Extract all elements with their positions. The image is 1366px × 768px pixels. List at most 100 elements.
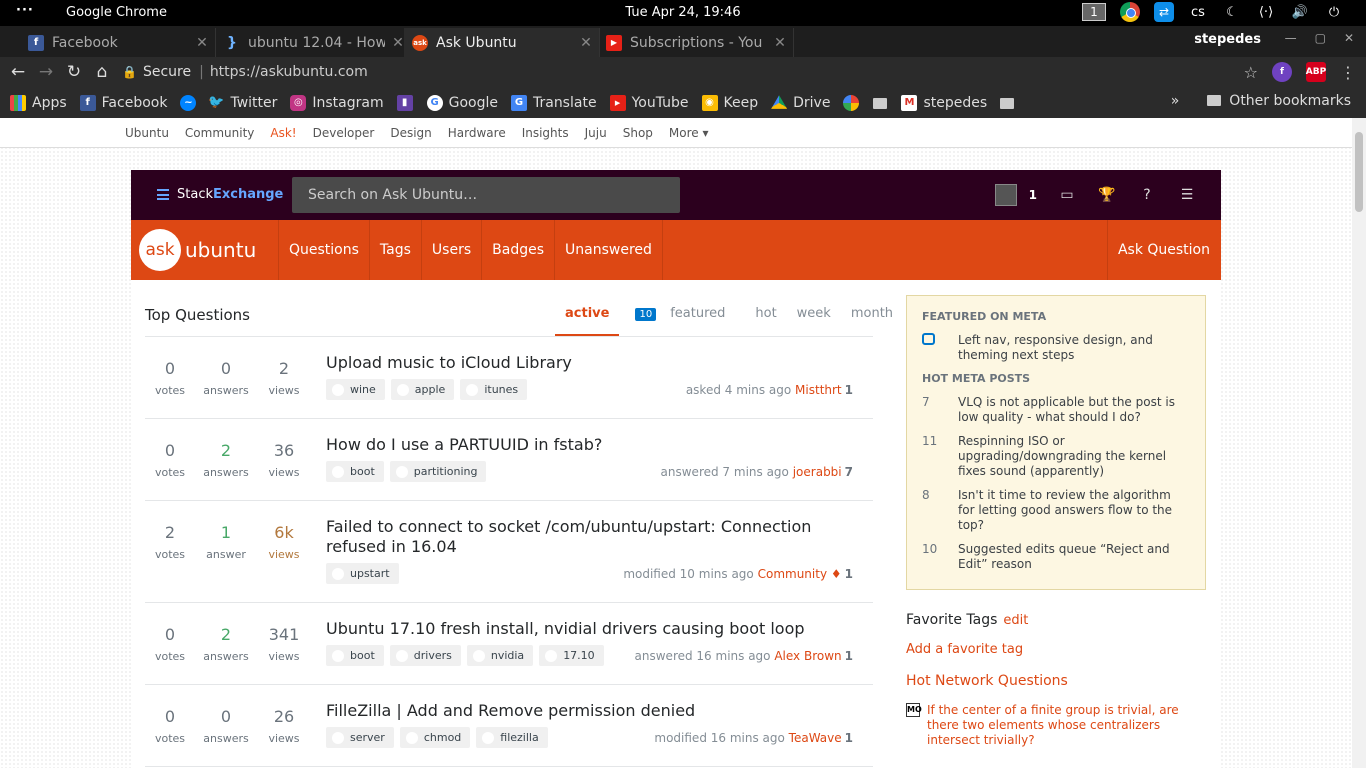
question-title-link[interactable]: Ubuntu 17.10 fresh install, nvidial driv… bbox=[326, 619, 866, 639]
askubuntu-logo[interactable]: ask ubuntu bbox=[139, 229, 256, 271]
bookmark-gmail[interactable]: Mstepedes bbox=[901, 94, 987, 111]
tag-chmod[interactable]: chmod bbox=[399, 727, 471, 748]
user-link[interactable]: joerabbi bbox=[793, 465, 842, 479]
scrollbar-thumb[interactable] bbox=[1355, 132, 1363, 212]
hot-network-questions-heading[interactable]: Hot Network Questions bbox=[906, 673, 1206, 689]
tab-facebook[interactable]: f Facebook ✕ bbox=[20, 28, 216, 57]
ubuntu-nav-ubuntu[interactable]: Ubuntu bbox=[125, 126, 169, 140]
nav-users[interactable]: Users bbox=[422, 220, 483, 280]
question-title-link[interactable]: Failed to connect to socket /com/ubuntu/… bbox=[326, 517, 866, 557]
tag-17-10[interactable]: 17.10 bbox=[539, 645, 604, 666]
bookmark-messenger[interactable]: ~ bbox=[180, 94, 202, 111]
bookmark-youtube[interactable]: ▶ YouTube bbox=[609, 94, 689, 111]
bookmark-folder[interactable] bbox=[873, 97, 895, 109]
user-link[interactable]: Mistthrt bbox=[795, 383, 842, 397]
bookmark-apps[interactable]: Apps bbox=[10, 94, 67, 111]
hot-meta-item[interactable]: 7 VLQ is not applicable but the post is l… bbox=[922, 395, 1190, 425]
meta-post-link[interactable]: Suggested edits queue “Reject and Edit” … bbox=[958, 542, 1190, 572]
keyboard-layout[interactable]: cs bbox=[1188, 2, 1208, 22]
filter-hot[interactable]: hot bbox=[745, 298, 786, 336]
network-icon[interactable]: ⟨·⟩ bbox=[1256, 2, 1276, 22]
ubuntu-nav-ask[interactable]: Ask! bbox=[270, 126, 296, 140]
power-icon[interactable]: ⏻ bbox=[1324, 2, 1344, 22]
bookmark-folder-2[interactable] bbox=[1000, 97, 1022, 109]
add-favorite-tag-link[interactable]: Add a favorite tag bbox=[906, 642, 1206, 657]
ubuntu-nav-design[interactable]: Design bbox=[390, 126, 431, 140]
hot-meta-item[interactable]: 11 Respinning ISO or upgrading/downgradin… bbox=[922, 434, 1190, 479]
meta-post-link[interactable]: Isn't it time to review the algorithm fo… bbox=[958, 488, 1190, 533]
tag-boot[interactable]: boot bbox=[326, 461, 384, 482]
other-bookmarks[interactable]: Other bookmarks bbox=[1207, 93, 1351, 109]
filter-month[interactable]: month bbox=[841, 298, 903, 336]
bookmark-facebook[interactable]: f Facebook bbox=[79, 94, 167, 111]
nav-unanswered[interactable]: Unanswered bbox=[555, 220, 663, 280]
bookmark-photos[interactable] bbox=[843, 94, 865, 111]
question-title-link[interactable]: How do I use a PARTUUID in fstab? bbox=[326, 435, 866, 455]
tag-wine[interactable]: wine bbox=[326, 379, 385, 400]
tab-ubuntu-question[interactable]: } ubuntu 12.04 - How ✕ bbox=[216, 28, 412, 57]
ubuntu-nav-community[interactable]: Community bbox=[185, 126, 254, 140]
tag-boot[interactable]: boot bbox=[326, 645, 384, 666]
user-reputation[interactable]: 1 bbox=[1029, 188, 1037, 202]
featured-meta-item[interactable]: Left nav, responsive design, and theming… bbox=[922, 333, 1190, 363]
ubuntu-nav-insights[interactable]: Insights bbox=[522, 126, 569, 140]
tag-nvidia[interactable]: nvidia bbox=[466, 645, 534, 666]
bookmark-twitch[interactable]: ▮ bbox=[396, 94, 419, 111]
inbox-icon[interactable]: ▭ bbox=[1057, 185, 1077, 205]
close-icon[interactable]: ✕ bbox=[767, 35, 793, 51]
hot-meta-item[interactable]: 8 Isn't it time to review the algorithm f… bbox=[922, 488, 1190, 533]
chrome-icon[interactable] bbox=[1120, 2, 1140, 22]
nav-badges[interactable]: Badges bbox=[482, 220, 556, 280]
tab-youtube-subscriptions[interactable]: ▶ Subscriptions - You ✕ bbox=[598, 28, 794, 57]
tab-ask-ubuntu[interactable]: ask Ask Ubuntu ✕ bbox=[404, 28, 600, 57]
edit-favorite-tags-link[interactable]: edit bbox=[1003, 613, 1028, 628]
tag-drivers[interactable]: drivers bbox=[389, 645, 461, 666]
site-search-input[interactable] bbox=[292, 177, 680, 213]
meta-post-link[interactable]: Respinning ISO or upgrading/downgrading … bbox=[958, 434, 1190, 479]
adblock-plus-icon[interactable]: ABP bbox=[1306, 62, 1326, 82]
bookmark-instagram[interactable]: ◎ Instagram bbox=[290, 94, 384, 111]
chrome-menu-icon[interactable]: ⋮ bbox=[1340, 63, 1356, 82]
extension-icon[interactable]: f bbox=[1272, 62, 1292, 82]
bookmark-drive[interactable]: Drive bbox=[771, 95, 830, 111]
site-switcher-icon[interactable]: ☰ bbox=[1177, 185, 1197, 205]
reload-icon[interactable]: ↻ bbox=[60, 62, 88, 82]
filter-featured[interactable]: 10 featured bbox=[625, 298, 745, 336]
teamviewer-icon[interactable]: ⇄ bbox=[1154, 2, 1174, 22]
ubuntu-nav-developer[interactable]: Developer bbox=[313, 126, 375, 140]
hot-network-question-link[interactable]: If the center of a finite group is trivi… bbox=[927, 703, 1206, 748]
hot-meta-item[interactable]: 10 Suggested edits queue “Reject and Edit… bbox=[922, 542, 1190, 572]
workspace-indicator[interactable]: 1 bbox=[1082, 3, 1106, 21]
trophy-icon[interactable]: 🏆 bbox=[1097, 185, 1117, 205]
meta-post-link[interactable]: VLQ is not applicable but the post is lo… bbox=[958, 395, 1190, 425]
volume-icon[interactable]: 🔊 bbox=[1290, 2, 1310, 22]
ask-question-button[interactable]: Ask Question bbox=[1106, 220, 1221, 280]
question-title-link[interactable]: Upload music to iCloud Library bbox=[326, 353, 866, 373]
bookmark-translate[interactable]: G Translate bbox=[510, 94, 597, 111]
ubuntu-nav-more[interactable]: More ▾ bbox=[669, 126, 709, 140]
tag-partitioning[interactable]: partitioning bbox=[389, 461, 487, 482]
filter-active[interactable]: active bbox=[555, 298, 620, 336]
more-bookmarks-chevron[interactable]: » bbox=[1171, 93, 1180, 109]
user-link[interactable]: TeaWave bbox=[789, 731, 842, 745]
home-icon[interactable]: ⌂ bbox=[88, 62, 116, 82]
ubuntu-nav-shop[interactable]: Shop bbox=[623, 126, 653, 140]
nav-tags[interactable]: Tags bbox=[370, 220, 422, 280]
featured-meta-link[interactable]: Left nav, responsive design, and theming… bbox=[958, 333, 1190, 363]
maximize-icon[interactable]: ▢ bbox=[1315, 31, 1326, 45]
chrome-profile-name[interactable]: stepedes bbox=[1194, 32, 1261, 47]
tag-filezilla[interactable]: filezilla bbox=[476, 727, 548, 748]
ubuntu-nav-juju[interactable]: Juju bbox=[585, 126, 607, 140]
night-light-icon[interactable]: ☾ bbox=[1222, 2, 1242, 22]
tag-upstart[interactable]: upstart bbox=[326, 563, 399, 584]
close-icon[interactable]: ✕ bbox=[189, 35, 215, 51]
question-title-link[interactable]: FilleZilla | Add and Remove permission d… bbox=[326, 701, 866, 721]
user-link[interactable]: Community bbox=[758, 567, 827, 581]
stackexchange-logo[interactable]: Stack Exchange bbox=[157, 187, 283, 202]
page-scrollbar[interactable] bbox=[1352, 118, 1366, 768]
hot-network-question[interactable]: MO If the center of a finite group is tr… bbox=[906, 703, 1206, 748]
minimize-icon[interactable]: — bbox=[1285, 31, 1297, 45]
omnibox[interactable]: 🔒 Secure | https://askubuntu.com bbox=[122, 61, 1226, 83]
filter-week[interactable]: week bbox=[787, 298, 841, 336]
bookmark-twitter[interactable]: 🐦 Twitter bbox=[208, 95, 277, 111]
